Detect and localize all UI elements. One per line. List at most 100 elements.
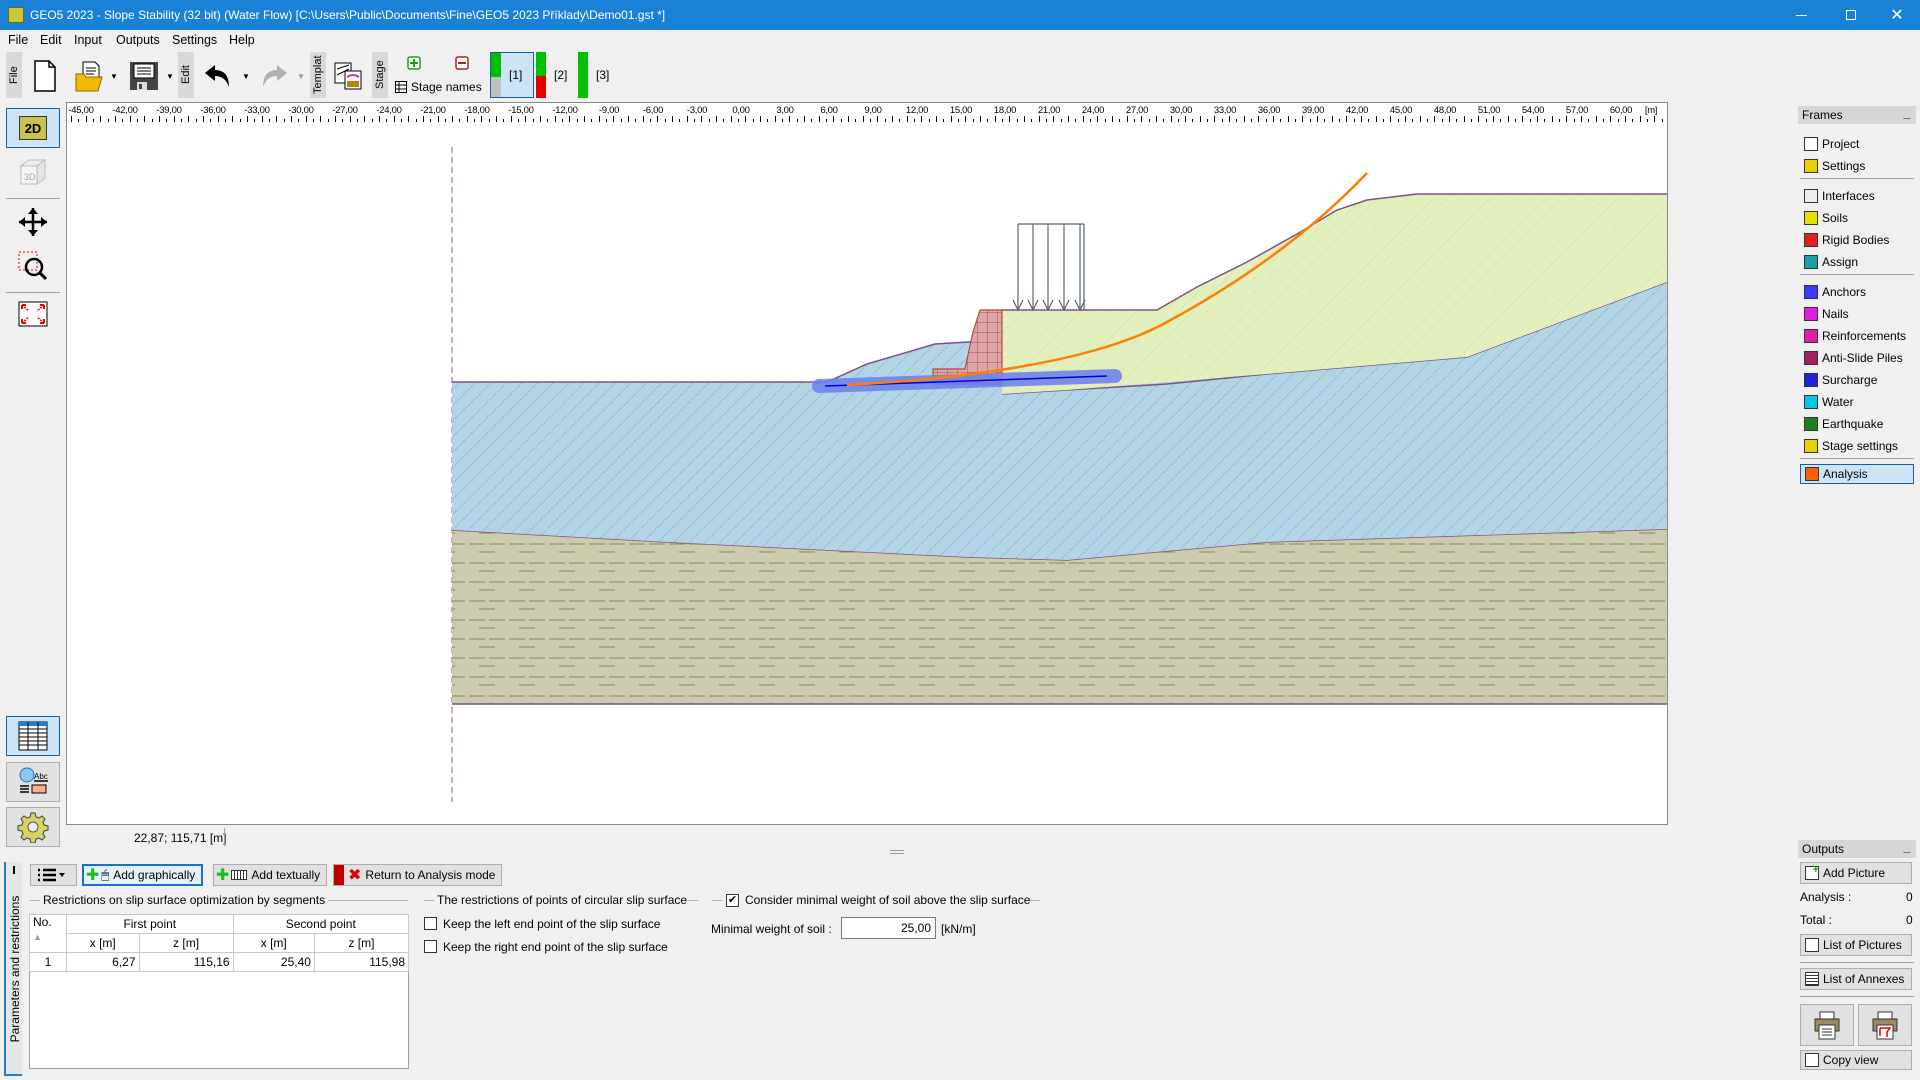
plus-icon: ✚ [216, 867, 230, 884]
frame-item-project[interactable]: Project [1800, 134, 1914, 154]
frame-item-surcharge[interactable]: Surcharge [1800, 370, 1914, 390]
right-panel: Frames _ Project Settings Interfaces Soils R… [1794, 102, 1920, 1080]
list-of-pictures-button[interactable]: List of Pictures [1800, 934, 1912, 956]
frame-item-analysis[interactable]: Analysis [1800, 464, 1914, 484]
zoom-extents-button[interactable] [6, 294, 60, 334]
redo-button[interactable] [256, 58, 292, 94]
min-weight-group-title: Consider minimal weight of soil above th… [745, 893, 1031, 907]
open-dropdown-icon[interactable]: ▼ [110, 72, 118, 81]
edit-tab[interactable]: Edit [178, 52, 194, 98]
print-button[interactable] [1800, 1004, 1854, 1046]
frame-item-label: Nails [1822, 307, 1849, 321]
frame-item-anchors[interactable]: Anchors [1800, 282, 1914, 302]
table-view-button[interactable] [6, 716, 60, 756]
add-graphically-button[interactable]: ✚ 🖱 Add graphically [82, 864, 204, 886]
template-tab[interactable]: Templat [310, 52, 326, 98]
close-button[interactable]: ✕ [1874, 0, 1920, 30]
frame-item-assign[interactable]: Assign [1800, 252, 1914, 272]
cell-x2[interactable]: 25,40 [232, 952, 315, 972]
frame-item-reinforcements[interactable]: Reinforcements [1800, 326, 1914, 346]
print-pdf-button[interactable] [1858, 1004, 1912, 1046]
frame-item-rigid-bodies[interactable]: Rigid Bodies [1800, 230, 1914, 250]
cell-no[interactable]: 1 [29, 952, 67, 972]
stage-3-button[interactable]: [3] [578, 52, 618, 98]
stage-1-button[interactable]: [1] [490, 52, 534, 98]
save-dropdown-icon[interactable]: ▼ [166, 72, 174, 81]
save-file-button[interactable] [126, 56, 162, 96]
frame-item-earthquake[interactable]: Earthquake [1800, 414, 1914, 434]
keep-left-label: Keep the left end point of the slip surf… [443, 917, 661, 931]
stage-names-button[interactable]: Stage names [395, 80, 482, 94]
copy-view-button[interactable]: Copy view [1800, 1050, 1912, 1070]
add-textually-button[interactable]: ✚ Add textually [213, 864, 328, 886]
list-menu-button[interactable] [30, 864, 77, 886]
drawing-canvas[interactable] [66, 122, 1668, 825]
open-file-button[interactable] [72, 56, 108, 96]
view-2d-button[interactable]: 2D [6, 108, 60, 148]
keep-left-checkbox[interactable] [424, 917, 437, 930]
stage-1-label: [1] [509, 68, 523, 82]
redo-icon [263, 65, 287, 87]
min-weight-checkbox[interactable]: ✔ [726, 894, 739, 907]
ruler-label: -39,00 [156, 105, 182, 116]
frame-item-nails[interactable]: Nails [1800, 304, 1914, 324]
ruler-label: 48,00 [1433, 105, 1457, 116]
add-picture-label: Add Picture [1823, 866, 1886, 880]
menu-input[interactable]: Input [74, 33, 102, 47]
labels-button[interactable]: Abc [6, 762, 60, 802]
parameters-tab[interactable]: Parameters and restrictions [4, 862, 22, 1076]
col-no-header[interactable]: No. ▲ [29, 914, 67, 953]
ruler-label: 0,00 [732, 105, 750, 116]
undo-button[interactable] [200, 58, 236, 94]
frame-item-water[interactable]: Water [1800, 392, 1914, 412]
panel-pin-icon[interactable] [13, 866, 15, 874]
frame-item-settings[interactable]: Settings [1800, 156, 1914, 176]
cell-x1[interactable]: 6,27 [66, 952, 140, 972]
frame-item-soils[interactable]: Soils [1800, 208, 1914, 228]
add-picture-icon: + [1805, 864, 1819, 880]
outputs-collapse-button[interactable]: _ [1903, 840, 1910, 854]
remove-stage-button[interactable] [452, 54, 472, 72]
frame-item-label: Assign [1822, 255, 1859, 269]
cell-z1[interactable]: 115,16 [138, 952, 234, 972]
menu-file[interactable]: File [8, 33, 28, 47]
maximize-button[interactable] [1828, 0, 1874, 30]
template-button[interactable] [332, 58, 364, 94]
surcharge-load[interactable] [1012, 223, 1086, 312]
new-file-button[interactable] [30, 56, 60, 96]
stage-tab[interactable]: Stage [372, 52, 388, 98]
frame-item-anti-slide-piles[interactable]: Anti-Slide Piles [1800, 348, 1914, 368]
min-weight-input[interactable] [841, 917, 936, 939]
frame-item-stage-settings[interactable]: Stage settings [1800, 436, 1914, 456]
menu-edit[interactable]: Edit [40, 33, 62, 47]
list-of-annexes-button[interactable]: List of Annexes [1800, 968, 1912, 990]
redo-dropdown-icon[interactable]: ▼ [297, 72, 305, 81]
frames-collapse-button[interactable]: _ [1903, 106, 1910, 120]
undo-dropdown-icon[interactable]: ▼ [242, 72, 250, 81]
svg-text:3D: 3D [24, 172, 36, 182]
menu-outputs[interactable]: Outputs [116, 33, 160, 47]
keep-right-checkbox[interactable] [424, 940, 437, 953]
cell-z2[interactable]: 115,98 [313, 952, 410, 972]
col-z1-header: z [m] [138, 933, 234, 953]
return-to-analysis-button[interactable]: ✖ Return to Analysis mode [333, 864, 503, 886]
menu-settings[interactable]: Settings [172, 33, 217, 47]
ruler-label: 60,00 [1609, 105, 1633, 116]
stage-2-button[interactable]: [2] [536, 52, 576, 98]
frame-item-interfaces[interactable]: Interfaces [1800, 186, 1914, 206]
view-3d-button[interactable]: 3D [6, 152, 60, 192]
pan-button[interactable] [6, 202, 60, 242]
slope-geometry[interactable] [67, 122, 1668, 825]
minimize-button[interactable] [1778, 0, 1824, 30]
add-stage-button[interactable] [404, 54, 424, 72]
frame-item-label: Anchors [1822, 285, 1867, 299]
splitter-handle[interactable] [890, 850, 904, 854]
document-icon [1804, 137, 1818, 151]
menu-help[interactable]: Help [229, 33, 255, 47]
zoom-window-button[interactable] [6, 246, 60, 286]
add-picture-button[interactable]: + Add Picture [1800, 862, 1912, 884]
table-grid-icon [18, 721, 48, 751]
table-row[interactable]: 1 6,27 115,16 25,40 115,98 [29, 952, 410, 972]
file-tab[interactable]: File [6, 52, 22, 98]
settings-button[interactable] [6, 807, 60, 847]
